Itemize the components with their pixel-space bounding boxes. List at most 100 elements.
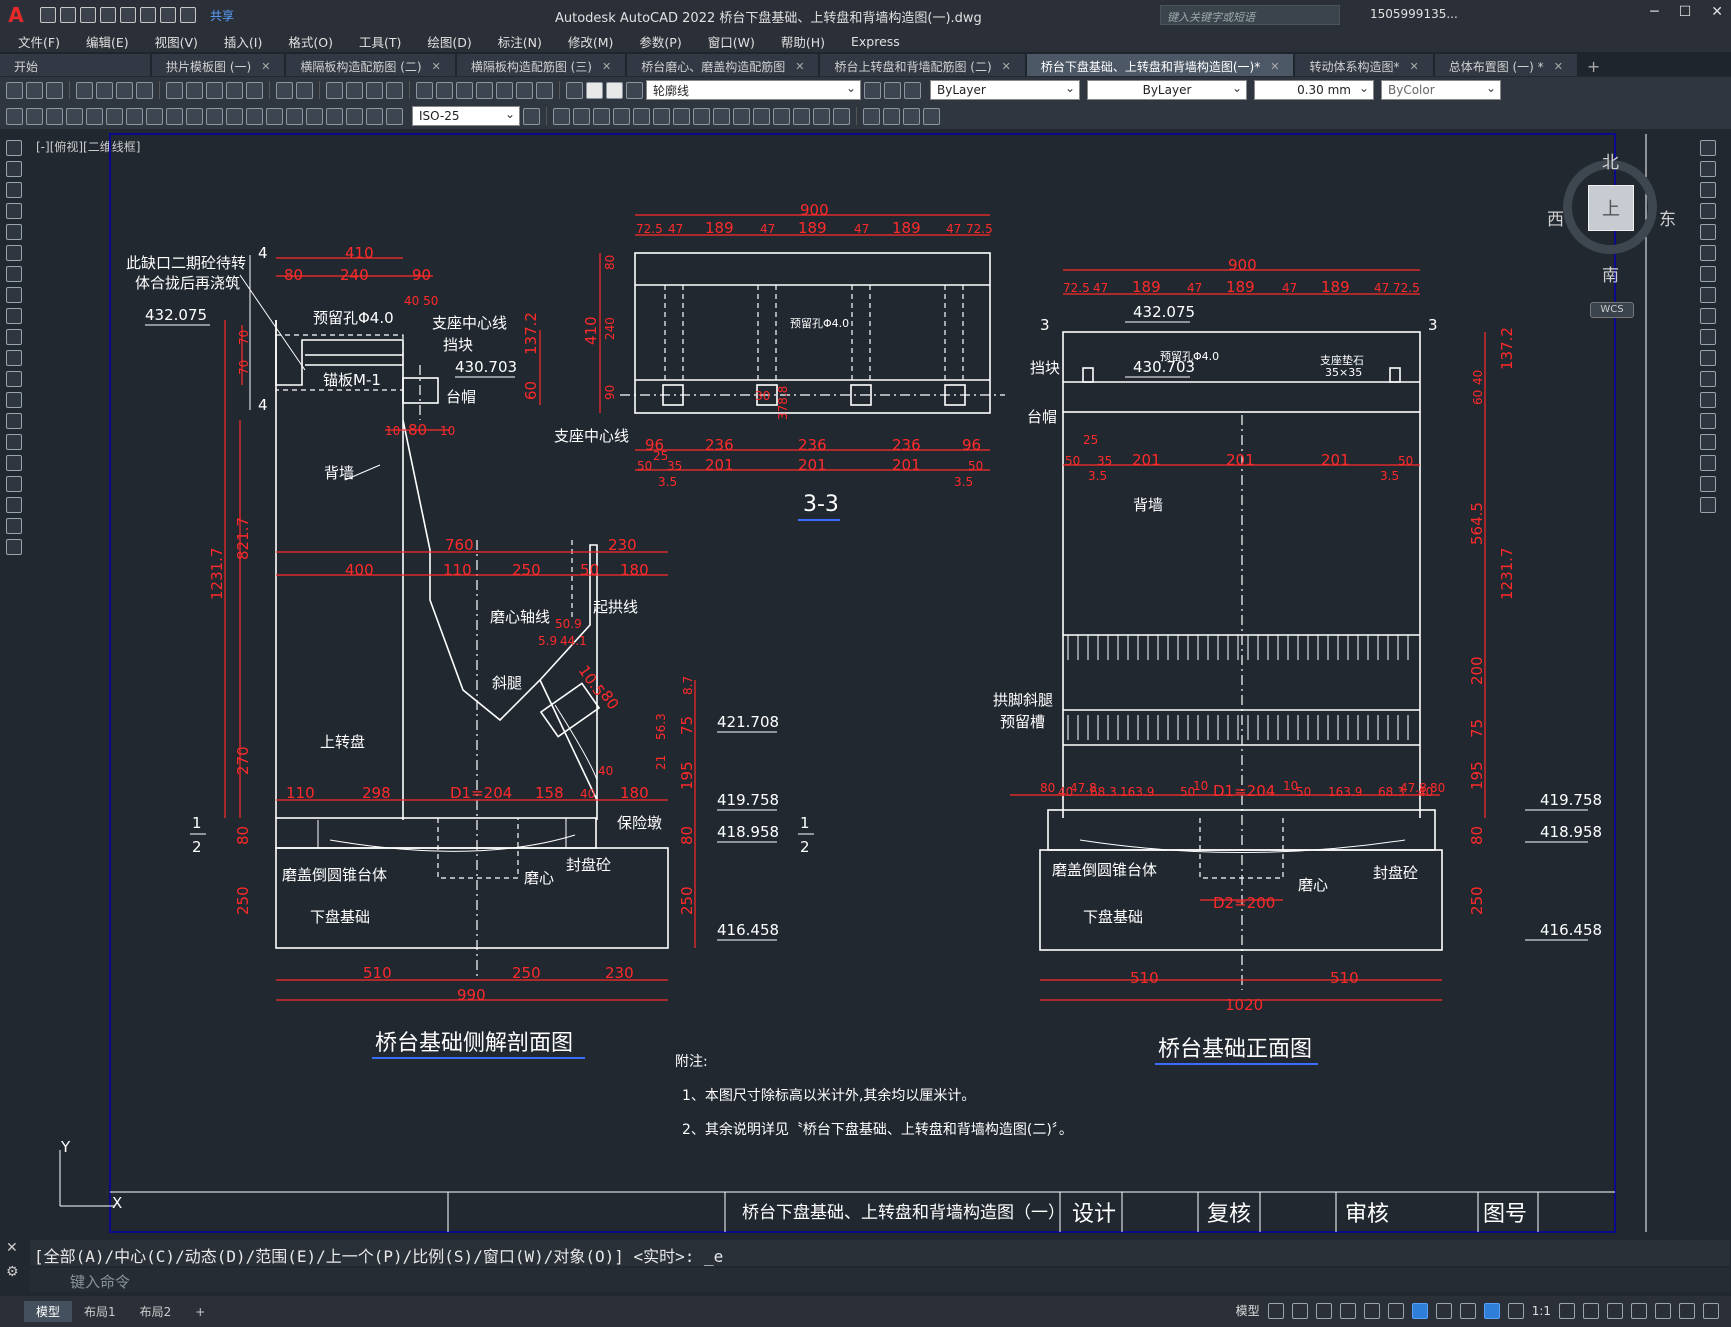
text-front-icon[interactable] xyxy=(923,107,940,125)
annotation-scale[interactable]: 1:1 xyxy=(1532,1304,1551,1318)
close-icon[interactable]: ✕ xyxy=(1002,60,1011,73)
quickcalc-icon[interactable] xyxy=(516,81,533,99)
object-snap-tracking-icon[interactable] xyxy=(1387,1302,1404,1319)
mtext-icon[interactable] xyxy=(6,518,22,534)
modify-scale-icon[interactable] xyxy=(673,107,690,125)
send-back-icon[interactable] xyxy=(903,107,920,125)
copy-icon[interactable] xyxy=(1700,161,1716,177)
close-icon[interactable]: ✕ xyxy=(1409,60,1418,73)
modify-stretch-icon[interactable] xyxy=(693,107,710,125)
modify-copy-icon[interactable] xyxy=(553,107,570,125)
menu-view[interactable]: 视图(V) xyxy=(155,32,198,51)
quick-dim-icon[interactable] xyxy=(166,107,183,125)
help-icon[interactable] xyxy=(536,81,553,99)
annotation-visibility-icon[interactable] xyxy=(1483,1302,1500,1319)
dim-continue-icon[interactable] xyxy=(206,107,223,125)
close-icon[interactable]: ✕ xyxy=(602,60,611,73)
zoom-previous-icon[interactable] xyxy=(386,81,403,99)
chamfer-icon[interactable] xyxy=(1700,434,1716,450)
dim-update-icon[interactable] xyxy=(386,107,403,125)
menu-modify[interactable]: 修改(M) xyxy=(568,32,614,51)
add-layout-plus-icon[interactable]: + xyxy=(183,1303,217,1321)
save-as-icon[interactable] xyxy=(100,7,116,23)
open-file-icon[interactable] xyxy=(60,7,76,23)
isodraft-icon[interactable] xyxy=(1363,1302,1380,1319)
tab-drawing-4[interactable]: 桥台磨心、磨盖构造配筋图 ✕ xyxy=(627,54,819,76)
clean-screen-icon[interactable] xyxy=(1679,1302,1695,1319)
menu-tools[interactable]: 工具(T) xyxy=(359,32,401,51)
undo-icon[interactable] xyxy=(276,81,293,99)
construction-line-icon[interactable] xyxy=(6,161,22,177)
gradient-icon[interactable] xyxy=(6,455,22,471)
modify-fillet-icon[interactable] xyxy=(813,107,830,125)
dim-angular-icon[interactable] xyxy=(146,107,163,125)
make-block-icon[interactable] xyxy=(6,392,22,408)
dim-baseline-icon[interactable] xyxy=(186,107,203,125)
tolerance-icon[interactable] xyxy=(266,107,283,125)
zoom-window-icon[interactable] xyxy=(366,81,383,99)
dim-text-edit-icon[interactable] xyxy=(366,107,383,125)
move-icon[interactable] xyxy=(1700,245,1716,261)
stretch-icon[interactable] xyxy=(1700,308,1716,324)
trim-icon[interactable] xyxy=(1700,329,1716,345)
line-icon[interactable] xyxy=(6,140,22,156)
grid-icon[interactable] xyxy=(1267,1302,1284,1319)
region-icon[interactable] xyxy=(6,476,22,492)
dim-aligned-icon[interactable] xyxy=(26,107,43,125)
compass-east[interactable]: 东 xyxy=(1659,205,1676,230)
tab-layout-2[interactable]: 布局2 xyxy=(128,1301,184,1322)
share-button[interactable]: 共享 xyxy=(210,7,234,24)
save-icon[interactable] xyxy=(80,7,96,23)
dim-linear-icon[interactable] xyxy=(6,107,23,125)
rotate-icon[interactable] xyxy=(1700,266,1716,282)
isolate-icon[interactable] xyxy=(1655,1302,1671,1319)
dim-style-icon[interactable] xyxy=(523,107,540,125)
undo-icon[interactable] xyxy=(160,7,176,23)
menu-insert[interactable]: 插入(I) xyxy=(224,32,262,51)
minimize-icon[interactable]: ─ xyxy=(1650,4,1658,20)
menu-dimension[interactable]: 标注(N) xyxy=(498,32,542,51)
pan-icon[interactable] xyxy=(326,81,343,99)
model-space-label[interactable]: 模型 xyxy=(1236,1302,1260,1319)
blend-icon[interactable] xyxy=(1700,476,1716,492)
plot-icon[interactable] xyxy=(76,81,93,99)
modify-explode-icon[interactable] xyxy=(833,107,850,125)
ortho-icon[interactable] xyxy=(1315,1302,1332,1319)
markup-icon[interactable] xyxy=(496,81,513,99)
save-icon[interactable] xyxy=(46,81,63,99)
paste-icon[interactable] xyxy=(206,81,223,99)
inspection-icon[interactable] xyxy=(306,107,323,125)
dim-jogged-icon[interactable] xyxy=(106,107,123,125)
new-tab-plus-icon[interactable]: + xyxy=(1587,57,1600,76)
search-input[interactable]: 键入关键字或短语 xyxy=(1160,5,1340,25)
offset-icon[interactable] xyxy=(1700,203,1716,219)
sheet-set-icon[interactable] xyxy=(476,81,493,99)
modify-offset-icon[interactable] xyxy=(593,107,610,125)
dim-radius-icon[interactable] xyxy=(86,107,103,125)
compass-south[interactable]: 南 xyxy=(1602,261,1619,286)
arc-icon[interactable] xyxy=(6,245,22,261)
viewcube-top-face[interactable]: 上 xyxy=(1588,185,1634,231)
modify-extend-icon[interactable] xyxy=(733,107,750,125)
menu-parameters[interactable]: 参数(P) xyxy=(639,32,681,51)
modify-break-icon[interactable] xyxy=(753,107,770,125)
lineweight-icon[interactable] xyxy=(1435,1302,1452,1319)
ellipse-arc-icon[interactable] xyxy=(6,350,22,366)
close-icon[interactable]: ✕ xyxy=(1554,60,1563,73)
rectangle-icon[interactable] xyxy=(6,224,22,240)
wcs-menu[interactable]: WCS xyxy=(1590,302,1634,318)
customize-menu-icon[interactable] xyxy=(1703,1302,1719,1319)
center-mark-icon[interactable] xyxy=(286,107,303,125)
object-snap-icon[interactable] xyxy=(1411,1302,1428,1319)
redo-icon[interactable] xyxy=(296,81,313,99)
plotstyle-dropdown[interactable]: ByColor xyxy=(1381,80,1501,100)
publish-icon[interactable] xyxy=(116,81,133,99)
revcloud-icon[interactable] xyxy=(6,287,22,303)
tab-drawing-5[interactable]: 桥台上转盘和背墙配筋图 (二) ✕ xyxy=(820,54,1025,76)
close-icon[interactable]: ✕ xyxy=(795,60,804,73)
point-icon[interactable] xyxy=(6,413,22,429)
compass-north[interactable]: 北 xyxy=(1602,148,1619,173)
close-icon[interactable]: ✕ xyxy=(1270,60,1279,73)
modify-array-icon[interactable] xyxy=(613,107,630,125)
cut-icon[interactable] xyxy=(166,81,183,99)
